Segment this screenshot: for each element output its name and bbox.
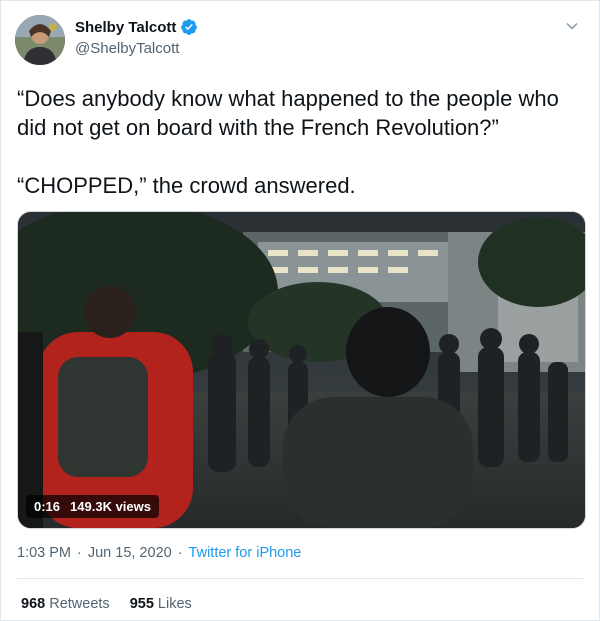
retweets-count: 968 <box>21 596 46 612</box>
likes-stat[interactable]: 955 Likes <box>130 596 192 612</box>
tweet-text-line: “Does anybody know what happened to the … <box>17 86 559 140</box>
author-handle[interactable]: @ShelbyTalcott <box>75 40 179 57</box>
tweet-text-line: “CHOPPED,” the crowd answered. <box>17 173 356 198</box>
likes-count: 955 <box>129 596 154 612</box>
author-name-row[interactable]: Shelby Talcott <box>75 18 198 36</box>
avatar-image <box>15 15 65 65</box>
video-thumbnail <box>18 212 585 528</box>
video-views: 149.3K views <box>70 499 151 514</box>
video-duration: 0:16 <box>34 499 61 514</box>
tweet-text: “Does anybody know what happened to the … <box>17 84 587 200</box>
likes-label: Likes <box>157 596 192 612</box>
author-name[interactable]: Shelby Talcott <box>75 19 176 36</box>
tweet-card: Shelby Talcott @ShelbyTalcott “Does anyb… <box>0 0 600 621</box>
tweet-source-link[interactable]: Twitter for iPhone <box>189 545 302 561</box>
video-player[interactable]: 0:16 149.3K views <box>17 211 586 529</box>
tweet-date[interactable]: Jun 15, 2020 <box>88 545 172 561</box>
chevron-down-icon[interactable] <box>565 19 579 33</box>
verified-badge-icon <box>181 19 198 35</box>
video-info-badge: 0:16 149.3K views <box>26 495 159 518</box>
meta-separator: · <box>177 545 183 561</box>
tweet-time[interactable]: 1:03 PM <box>17 545 71 561</box>
retweets-stat[interactable]: 968 Retweets <box>21 596 110 612</box>
engagement-stats: 968 Retweets 955 Likes <box>21 596 192 612</box>
avatar[interactable] <box>15 15 65 65</box>
divider <box>17 578 583 579</box>
tweet-meta: 1:03 PM · Jun 15, 2020 · Twitter for iPh… <box>17 545 301 561</box>
retweets-label: Retweets <box>49 596 110 612</box>
meta-separator: · <box>77 545 82 561</box>
